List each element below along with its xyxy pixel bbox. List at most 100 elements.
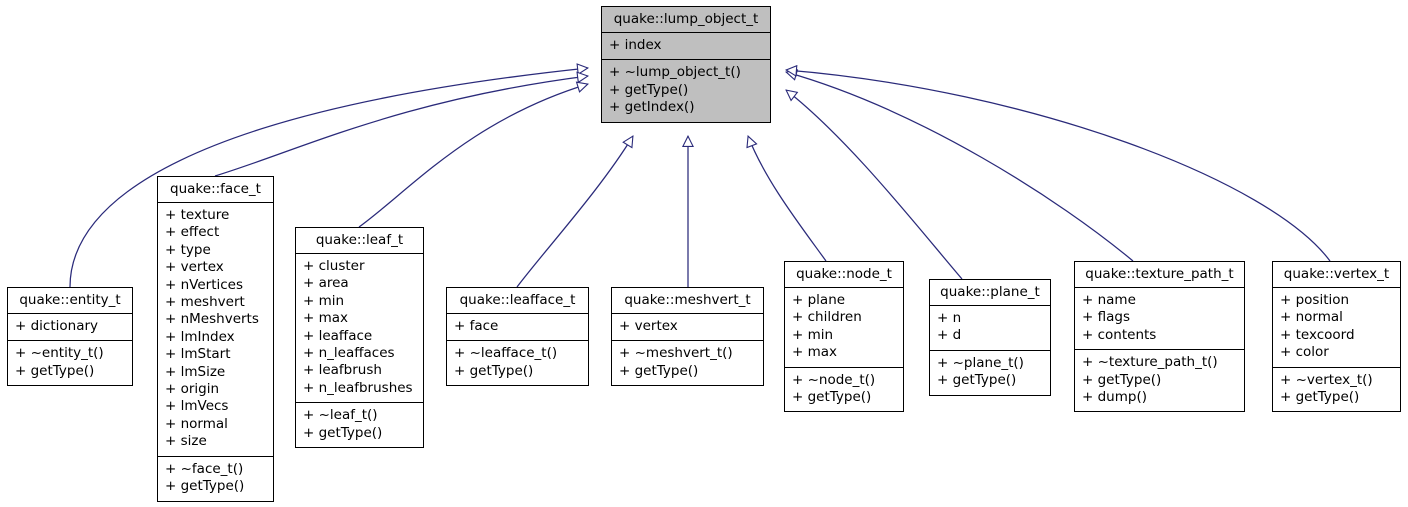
edge-face-t <box>214 76 588 177</box>
operation-section-entity_t: + ~entity_t() + getType() <box>8 341 132 385</box>
attribute-row: + min <box>303 292 345 309</box>
operation-row: + getType() <box>792 389 872 406</box>
edge-texture-path-t <box>786 72 1134 262</box>
class-name-entity_t: quake::entity_t <box>19 292 121 308</box>
attribute-row: + effect <box>165 224 220 241</box>
edge-plane-t <box>786 90 963 280</box>
class-name-vertex_t: quake::vertex_t <box>1283 266 1390 282</box>
operation-row: + getType() <box>303 424 383 441</box>
class-box-node_t[interactable]: quake::node_t + plane + children + min + max… <box>784 261 904 413</box>
attribute-row: + lmVecs <box>165 398 229 415</box>
operation-row: + getType() <box>1082 371 1162 388</box>
attribute-row: + dictionary <box>15 318 99 334</box>
attribute-row: + name <box>1082 292 1136 308</box>
attribute-section-leafface_t: + face <box>447 314 588 340</box>
attribute-row: + face <box>454 318 499 334</box>
class-name-leaf_t: quake::leaf_t <box>315 232 404 248</box>
attribute-row: + type <box>165 241 211 258</box>
attribute-section-entity_t: + dictionary <box>8 314 132 340</box>
attribute-row: + cluster <box>303 258 365 274</box>
operation-row: + dump() <box>1082 389 1147 406</box>
class-box-leafface_t[interactable]: quake::leafface_t+ face+ ~leafface_t() + … <box>446 287 589 387</box>
attribute-section-lump_object_t: + index <box>602 33 770 59</box>
attribute-row: + lmStart <box>165 346 231 363</box>
operation-row: + ~plane_t() <box>937 354 1024 371</box>
class-box-vertex_t[interactable]: quake::vertex_t+ position + normal + texco… <box>1272 261 1401 413</box>
operation-section-lump_object_t: + ~lump_object_t() + getType() + getIndex(… <box>602 60 770 121</box>
attribute-row: + area <box>303 275 349 292</box>
operation-row: + getType() <box>15 362 95 379</box>
operation-section-leafface_t: + ~leafface_t() + getType() <box>447 341 588 385</box>
attribute-row: + lmSize <box>165 363 226 380</box>
attribute-section-meshvert_t: + vertex <box>612 314 763 340</box>
class-box-lump_object_t[interactable]: quake::lump_object_t+ index+ ~lump_objec… <box>601 6 771 123</box>
attribute-row: + plane <box>792 292 846 308</box>
operation-section-meshvert_t: + ~meshvert_t() + getType() <box>612 341 763 385</box>
operation-row: + getIndex() <box>609 99 695 116</box>
class-box-meshvert_t[interactable]: quake::meshvert_t+ vertex+ ~meshvert_t()… <box>611 287 764 387</box>
operation-section-plane_t: + ~plane_t() + getType() <box>930 351 1050 395</box>
operation-section-vertex_t: + ~vertex_t() + getType() <box>1273 368 1400 412</box>
operation-row: + ~vertex_t() <box>1280 371 1373 388</box>
attribute-row: + n_leafbrushes <box>303 379 413 396</box>
operation-section-face_t: + ~face_t() + getType() <box>158 457 273 501</box>
attribute-row: + meshvert <box>165 294 245 311</box>
operation-row: + ~lump_object_t() <box>609 64 741 81</box>
class-name-lump_object_t: quake::lump_object_t <box>613 11 759 27</box>
operation-row: + getType() <box>1280 389 1360 406</box>
attribute-row: + min <box>792 326 834 343</box>
operation-row: + getType() <box>937 372 1017 389</box>
class-box-face_t[interactable]: quake::face_t+ texture + effect + type + ve… <box>157 176 274 502</box>
operation-row: + getType() <box>165 478 245 495</box>
attribute-row: + lmIndex <box>165 328 235 345</box>
operation-row: + ~texture_path_t() <box>1082 354 1218 371</box>
operation-section-node_t: + ~node_t() + getType() <box>785 368 903 412</box>
class-box-plane_t[interactable]: quake::plane_t + n + d + ~plane_t() + getTyp… <box>929 279 1051 396</box>
attribute-row: + flags <box>1082 309 1130 326</box>
edge-vertex-t <box>786 70 1331 262</box>
attribute-row: + normal <box>1280 309 1343 326</box>
operation-row: + ~leaf_t() <box>303 407 378 424</box>
attribute-section-node_t: + plane + children + min + max <box>785 288 903 367</box>
attribute-section-face_t: + texture + effect + type + vertex + nVertic… <box>158 203 273 456</box>
operation-row: + ~node_t() <box>792 371 876 388</box>
class-name-meshvert_t: quake::meshvert_t <box>624 292 751 308</box>
operation-section-leaf_t: + ~leaf_t() + getType() <box>296 403 423 447</box>
operation-row: + getType() <box>619 362 699 379</box>
class-name-face_t: quake::face_t <box>170 181 261 197</box>
operation-row: + ~meshvert_t() <box>619 345 733 362</box>
attribute-row: + texcoord <box>1280 326 1355 343</box>
operation-section-texture_path_t: + ~texture_path_t() + getType() + dump() <box>1075 350 1244 411</box>
attribute-row: + leafface <box>303 327 373 344</box>
operation-row: + getType() <box>454 362 534 379</box>
class-box-texture_path_t[interactable]: quake::texture_path_t+ name + flags + cont… <box>1074 261 1245 413</box>
attribute-row: + children <box>792 309 862 326</box>
inheritance-diagram-canvas: quake::lump_object_t+ index+ ~lump_objec… <box>0 0 1408 507</box>
attribute-row: + leafbrush <box>303 362 382 379</box>
attribute-row: + vertex <box>619 318 678 334</box>
attribute-row: + index <box>609 37 662 53</box>
attribute-row: + normal <box>165 415 228 432</box>
class-box-leaf_t[interactable]: quake::leaf_t + cluster + area + min + max + … <box>295 227 424 449</box>
attribute-row: + nVertices <box>165 276 244 293</box>
operation-row: + ~entity_t() <box>15 345 104 362</box>
attribute-row: + position <box>1280 292 1350 308</box>
attribute-row: + n_leaffaces <box>303 345 395 362</box>
attribute-row: + vertex <box>165 259 224 276</box>
attribute-row: + nMeshverts <box>165 311 259 328</box>
operation-row: + ~face_t() <box>165 460 244 477</box>
attribute-row: + origin <box>165 381 220 398</box>
edge-leafface-t <box>516 136 633 288</box>
attribute-section-texture_path_t: + name + flags + contents <box>1075 288 1244 349</box>
edge-node-t <box>748 136 827 262</box>
attribute-row: + texture <box>165 207 230 223</box>
class-name-leafface_t: quake::leafface_t <box>459 292 576 308</box>
attribute-row: + size <box>165 433 207 450</box>
class-box-entity_t[interactable]: quake::entity_t+ dictionary+ ~entity_t()… <box>7 287 133 387</box>
class-name-texture_path_t: quake::texture_path_t <box>1085 266 1234 282</box>
attribute-row: + color <box>1280 344 1329 361</box>
attribute-row: + max <box>303 310 349 327</box>
attribute-row: + n <box>937 310 962 326</box>
operation-row: + ~leafface_t() <box>454 345 558 362</box>
attribute-row: + d <box>937 327 962 344</box>
